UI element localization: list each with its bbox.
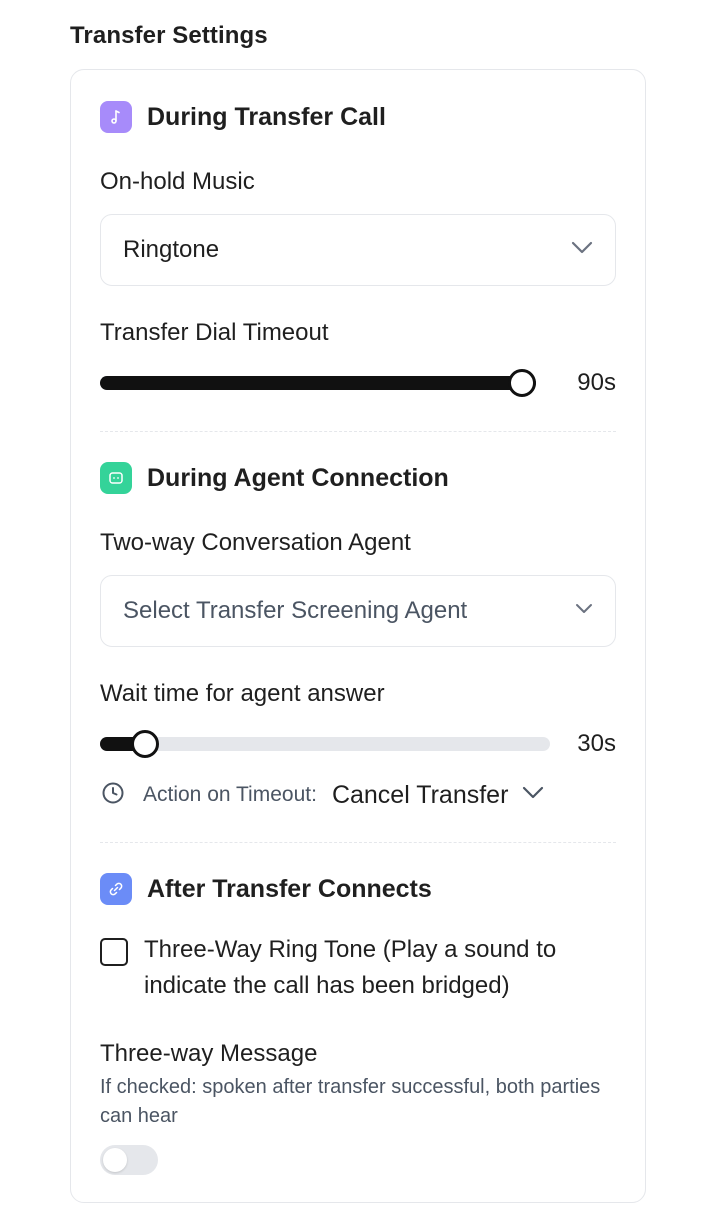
section-divider bbox=[100, 431, 616, 432]
timeout-action-row: Action on Timeout: Cancel Transfer bbox=[101, 779, 544, 811]
link-icon bbox=[100, 873, 132, 905]
toggle-knob bbox=[103, 1148, 127, 1172]
dial-timeout-slider-thumb[interactable] bbox=[508, 369, 536, 397]
conversation-agent-label: Two-way Conversation Agent bbox=[100, 529, 411, 556]
section-header-after-connect: After Transfer Connects bbox=[100, 873, 432, 905]
transfer-settings-card: During Transfer Call On-hold Music Ringt… bbox=[70, 69, 646, 1203]
dial-timeout-value: 90s bbox=[577, 369, 616, 396]
music-note-icon bbox=[100, 101, 132, 133]
dial-timeout-label: Transfer Dial Timeout bbox=[100, 319, 329, 346]
ring-tone-checkbox[interactable] bbox=[100, 938, 128, 966]
section-header-during-agent: During Agent Connection bbox=[100, 462, 449, 494]
three-way-message-label: Three-way Message bbox=[100, 1040, 318, 1067]
chevron-down-icon[interactable] bbox=[522, 786, 544, 805]
chevron-down-icon bbox=[571, 241, 593, 260]
section-title: After Transfer Connects bbox=[147, 874, 432, 903]
screening-agent-placeholder: Select Transfer Screening Agent bbox=[123, 597, 468, 624]
clock-icon bbox=[101, 781, 125, 810]
page-title: Transfer Settings bbox=[70, 22, 268, 49]
dial-timeout-slider[interactable] bbox=[100, 369, 536, 397]
on-hold-music-select[interactable]: Ringtone bbox=[100, 214, 616, 286]
wait-time-slider[interactable] bbox=[100, 730, 550, 758]
chat-bubble-icon bbox=[100, 462, 132, 494]
on-hold-music-value: Ringtone bbox=[123, 236, 220, 263]
ring-tone-label[interactable]: Three-Way Ring Tone (Play a sound to ind… bbox=[144, 932, 616, 1004]
chevron-down-icon bbox=[575, 602, 593, 620]
section-title: During Agent Connection bbox=[147, 463, 449, 492]
screening-agent-select[interactable]: Select Transfer Screening Agent bbox=[100, 575, 616, 647]
three-way-message-toggle[interactable] bbox=[100, 1145, 158, 1175]
dial-timeout-slider-row: 90s bbox=[100, 368, 616, 398]
section-title: During Transfer Call bbox=[147, 102, 386, 131]
dial-timeout-slider-fill bbox=[100, 376, 536, 390]
timeout-action-select[interactable]: Cancel Transfer bbox=[332, 781, 508, 810]
wait-time-value: 30s bbox=[577, 730, 616, 757]
section-divider bbox=[100, 842, 616, 843]
wait-time-slider-row: 30s bbox=[100, 729, 616, 759]
timeout-action-label: Action on Timeout: bbox=[143, 783, 317, 806]
ring-tone-option[interactable]: Three-Way Ring Tone (Play a sound to ind… bbox=[100, 936, 616, 1004]
on-hold-music-label: On-hold Music bbox=[100, 168, 255, 195]
section-header-during-transfer: During Transfer Call bbox=[100, 101, 386, 133]
wait-time-slider-thumb[interactable] bbox=[131, 730, 159, 758]
three-way-message-help: If checked: spoken after transfer succes… bbox=[100, 1076, 601, 1127]
wait-time-label: Wait time for agent answer bbox=[100, 680, 385, 707]
